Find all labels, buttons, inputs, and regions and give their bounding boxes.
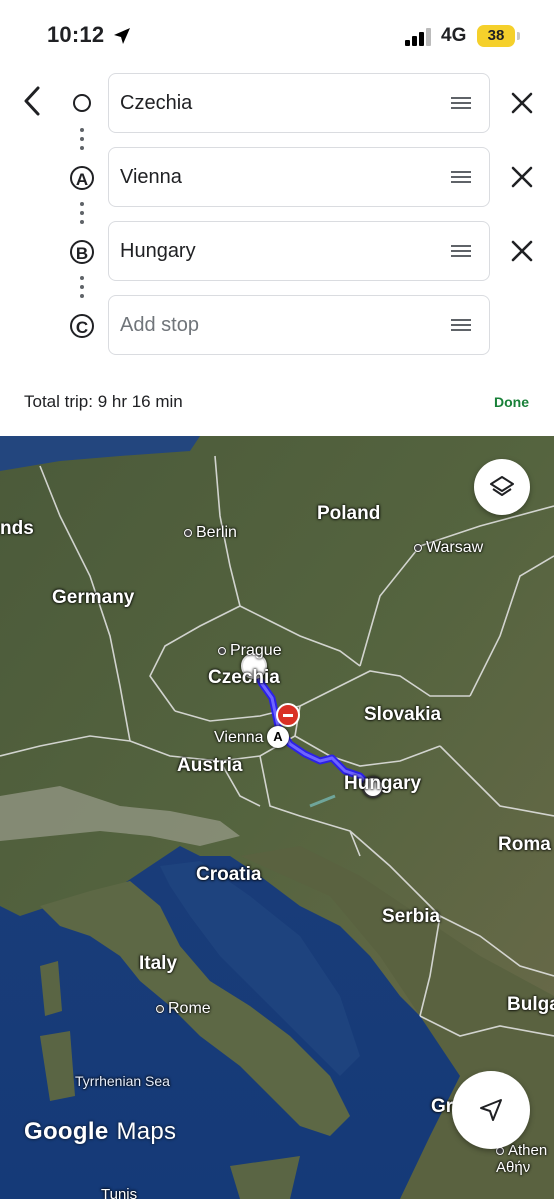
- map-label-city: Athen Αθήν: [496, 1142, 554, 1176]
- clock: 10:12: [47, 22, 105, 47]
- route-connector-dots: [80, 202, 84, 229]
- drag-handle-icon[interactable]: [451, 171, 471, 183]
- add-stop-field[interactable]: Add stop: [108, 295, 490, 355]
- map-label-country: Hungary: [344, 773, 422, 794]
- map-label-sea: Tyrrhenian Sea: [75, 1073, 170, 1089]
- map-label-city: Rome: [156, 1000, 211, 1018]
- layers-button[interactable]: [474, 459, 530, 515]
- remove-stop-close-icon[interactable]: [508, 163, 536, 191]
- location-arrow-icon: [114, 28, 130, 44]
- stop-a-marker-icon: A: [68, 164, 96, 192]
- layers-icon: [490, 476, 514, 496]
- map-label-city: Vienna: [214, 729, 264, 746]
- origin-marker-icon: [68, 89, 96, 117]
- map-label-city: Warsaw: [414, 539, 483, 557]
- cellular-signal-icon: [405, 28, 433, 46]
- stop-a-value: Vienna: [120, 165, 182, 188]
- network-type: 4G: [441, 25, 467, 46]
- drag-handle-icon[interactable]: [451, 245, 471, 257]
- stop-a-pin-icon[interactable]: A: [267, 726, 289, 748]
- origin-field[interactable]: Czechia: [108, 73, 490, 133]
- road-closure-icon[interactable]: [276, 703, 300, 727]
- stop-a-field[interactable]: Vienna: [108, 147, 490, 207]
- map-label-city: Prague: [218, 642, 282, 660]
- map-label-country: Croatia: [196, 864, 262, 885]
- done-button[interactable]: Done: [494, 394, 529, 410]
- map-label-country: Gr: [431, 1096, 454, 1117]
- map-label-country: nds: [0, 518, 34, 539]
- origin-value: Czechia: [120, 91, 193, 114]
- map-label-country: Germany: [52, 587, 135, 608]
- drag-handle-icon[interactable]: [451, 97, 471, 109]
- stop-b-field[interactable]: Hungary: [108, 221, 490, 281]
- stop-b-marker-icon: B: [68, 238, 96, 266]
- map-label-country: Slovakia: [364, 704, 442, 725]
- map-label-country: Bulga: [507, 994, 554, 1015]
- back-arrow-icon[interactable]: [18, 84, 48, 118]
- total-trip-duration: Total trip: 9 hr 16 min: [24, 392, 183, 411]
- map-label-country: Czechia: [208, 667, 280, 688]
- map-label-city: Berlin: [184, 524, 237, 542]
- route-connector-dots: [80, 276, 84, 303]
- remove-stop-close-icon[interactable]: [508, 89, 536, 117]
- stop-b-value: Hungary: [120, 239, 196, 262]
- add-stop-placeholder: Add stop: [120, 313, 199, 336]
- drag-handle-icon[interactable]: [451, 319, 471, 331]
- map-label-country: Austria: [177, 755, 243, 776]
- navigate-button[interactable]: [452, 1071, 530, 1149]
- battery-tip: [517, 32, 520, 40]
- route-connector-dots: [80, 128, 84, 155]
- map-label-country: Serbia: [382, 906, 441, 927]
- navigation-arrow-icon: [480, 1099, 502, 1121]
- satellite-map[interactable]: A nds Poland Germany Czechia Slovakia Au…: [0, 436, 554, 1199]
- map-label-country: Italy: [139, 953, 178, 974]
- battery-icon: 38: [477, 25, 515, 47]
- stop-c-marker-icon: C: [68, 312, 96, 340]
- remove-stop-close-icon[interactable]: [508, 237, 536, 265]
- map-label-country: Poland: [317, 503, 381, 524]
- google-maps-logo: Google Maps: [24, 1118, 177, 1145]
- map-label-city: Tunis: [101, 1186, 138, 1199]
- map-label-country: Roma: [498, 834, 551, 855]
- status-bar: 10:12 4G 38: [0, 0, 554, 70]
